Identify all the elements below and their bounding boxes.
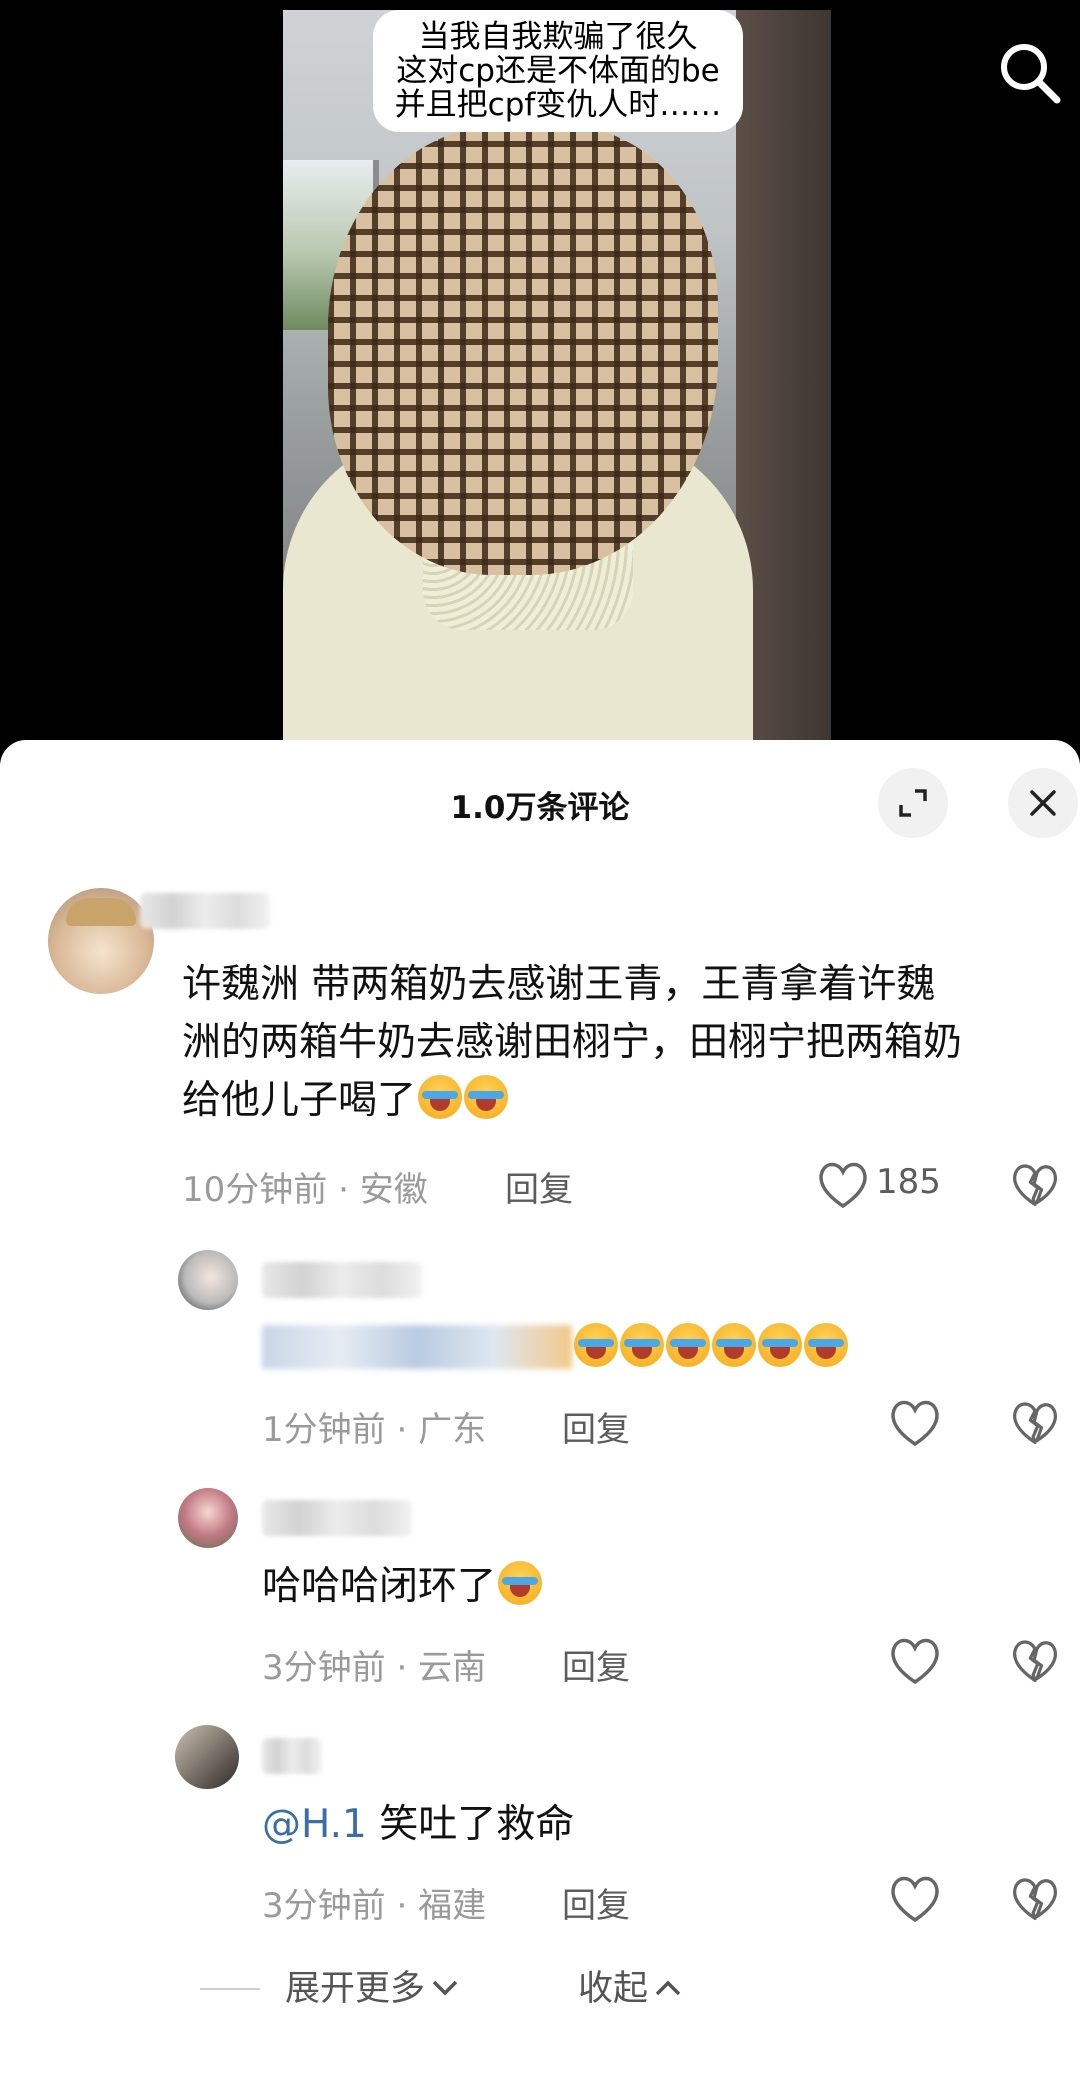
blurred-text	[262, 1325, 572, 1369]
dislike-button[interactable]	[1010, 1636, 1060, 1686]
mosaic-face-censor	[328, 125, 718, 575]
expand-more-button[interactable]: 展开更多	[285, 1960, 460, 2011]
crying-emoji	[464, 1075, 509, 1119]
laughing-crying-emoji	[574, 1323, 618, 1367]
laughing-crying-emoji	[758, 1323, 802, 1367]
like-button[interactable]	[888, 1874, 942, 1924]
video-area[interactable]: 当我自我欺骗了很久 这对cp还是不体面的be 并且把cpf变仇人时……	[0, 0, 1080, 750]
reply-button[interactable]: 回复	[562, 1640, 630, 1689]
reply-button[interactable]: 回复	[505, 1162, 573, 1211]
collapse-button[interactable]: 收起	[578, 1960, 683, 2011]
laughing-crying-emoji	[498, 1561, 543, 1605]
broken-heart-icon	[1013, 1640, 1057, 1683]
laughing-crying-emoji	[712, 1323, 756, 1367]
heart-icon	[819, 1162, 867, 1209]
reply-avatar[interactable]	[175, 1725, 239, 1789]
caption-line: 这对cp还是不体面的be	[396, 53, 720, 89]
laughing-crying-emoji	[620, 1323, 664, 1367]
expand-icon	[899, 789, 927, 817]
broken-heart-icon	[1013, 1164, 1057, 1207]
laughing-crying-emoji	[804, 1323, 848, 1367]
like-button[interactable]	[888, 1398, 942, 1448]
avatar[interactable]	[48, 888, 154, 994]
chevron-down-icon	[432, 1980, 458, 1996]
mention-link[interactable]: @H.1	[262, 1802, 367, 1847]
reply-text	[262, 1320, 1062, 1378]
reply-meta: 3分钟前 · 福建	[262, 1886, 487, 1926]
laughing-crying-emoji	[666, 1323, 710, 1367]
comment-line: 给他儿子喝了	[182, 1072, 1072, 1130]
search-button[interactable]	[995, 38, 1065, 108]
comment-text: 许魏洲 带两箱奶去感谢王青，王青拿着许魏 洲的两箱牛奶去感谢田栩宁，田栩宁把两箱…	[182, 956, 1072, 1130]
close-icon	[1030, 790, 1056, 816]
crying-emoji	[418, 1075, 463, 1119]
comment-line: 洲的两箱牛奶去感谢田栩宁，田栩宁把两箱奶	[182, 1020, 963, 1065]
collapse-label: 收起	[578, 1969, 649, 2009]
comment-meta: 10分钟前 · 安徽	[182, 1170, 428, 1210]
username-blurred[interactable]	[262, 1500, 412, 1536]
video-caption: 当我自我欺骗了很久 这对cp还是不体面的be 并且把cpf变仇人时……	[373, 10, 743, 132]
like-button[interactable]	[816, 1160, 870, 1210]
close-button[interactable]	[1008, 768, 1078, 838]
dislike-button[interactable]	[1010, 1160, 1060, 1210]
like-button[interactable]	[888, 1636, 942, 1686]
username-blurred[interactable]	[262, 1738, 322, 1774]
reply-meta: 3分钟前 · 云南	[262, 1648, 487, 1688]
heart-icon	[891, 1400, 939, 1447]
username-blurred[interactable]	[262, 1262, 422, 1298]
expand-button[interactable]	[878, 768, 948, 838]
like-count: 185	[876, 1162, 941, 1202]
broken-heart-icon	[1013, 1402, 1057, 1445]
divider-line	[200, 1988, 260, 1990]
reply-text: @H.1 笑吐了救命	[262, 1802, 575, 1847]
heart-icon	[891, 1876, 939, 1923]
reply-avatar[interactable]	[178, 1250, 238, 1310]
reply-text: 哈哈哈闭环了	[262, 1558, 1062, 1616]
broken-heart-icon	[1013, 1878, 1057, 1921]
reply-avatar[interactable]	[178, 1488, 238, 1548]
comment-line: 许魏洲 带两箱奶去感谢王青，王青拿着许魏	[182, 962, 936, 1007]
dislike-button[interactable]	[1010, 1874, 1060, 1924]
username-blurred[interactable]	[140, 893, 270, 929]
caption-line: 当我自我欺骗了很久	[418, 19, 698, 55]
reply-button[interactable]: 回复	[562, 1402, 630, 1451]
caption-line: 并且把cpf变仇人时……	[394, 87, 722, 123]
expand-more-label: 展开更多	[285, 1969, 426, 2009]
heart-icon	[891, 1638, 939, 1685]
dislike-button[interactable]	[1010, 1398, 1060, 1448]
reply-button[interactable]: 回复	[562, 1878, 630, 1927]
reply-meta: 1分钟前 · 广东	[262, 1410, 487, 1450]
chevron-up-icon	[655, 1980, 681, 1996]
search-icon	[1001, 44, 1061, 104]
